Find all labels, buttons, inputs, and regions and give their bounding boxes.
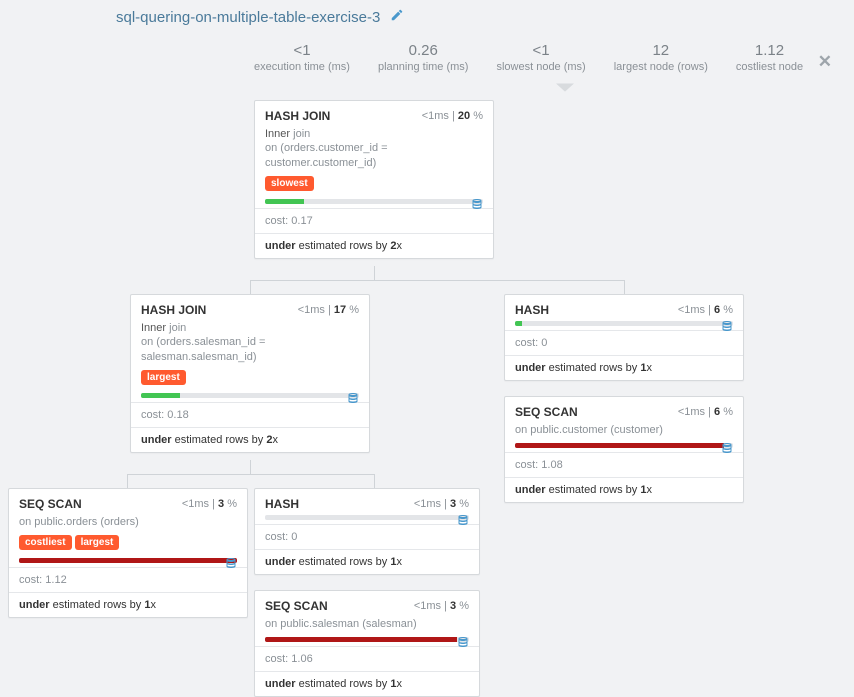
database-icon[interactable] (721, 441, 733, 458)
node-bar (255, 637, 479, 646)
node-estimate: under estimated rows by 1x (505, 356, 743, 380)
node-title: SEQ SCAN (265, 599, 328, 613)
stat-largest-node: 12 largest node (rows) (614, 42, 708, 73)
node-tags: costliestlargest (9, 535, 247, 558)
connector (250, 280, 624, 281)
tag-largest: largest (75, 535, 120, 550)
plan-node-hash[interactable]: HASH <1ms | 6 % cost: 0 under estimated … (504, 294, 744, 381)
node-meta: <1ms | 6 % (678, 406, 733, 418)
connector (374, 266, 375, 280)
node-title: HASH (515, 303, 549, 317)
node-title: HASH JOIN (265, 109, 330, 123)
chevron-down-icon (556, 82, 574, 92)
node-detail: Inner joinon (orders.salesman_id = sales… (131, 321, 369, 370)
plan-name[interactable]: sql-quering-on-multiple-table-exercise-3 (116, 9, 380, 26)
database-icon[interactable] (721, 319, 733, 336)
node-tags: slowest (255, 176, 493, 199)
database-icon[interactable] (347, 391, 359, 408)
stat-planning-time: 0.26 planning time (ms) (378, 42, 468, 73)
node-bar (255, 199, 493, 208)
connector (127, 474, 375, 475)
node-cost: cost: 0 (505, 331, 743, 355)
node-meta: <1ms | 3 % (182, 498, 237, 510)
node-meta: <1ms | 17 % (298, 304, 359, 316)
node-cost: cost: 1.06 (255, 647, 479, 671)
node-estimate: under estimated rows by 1x (9, 593, 247, 617)
connector (374, 474, 375, 488)
page-title: sql-quering-on-multiple-table-exercise-3 (116, 8, 404, 26)
tag-largest: largest (141, 370, 186, 385)
node-estimate: under estimated rows by 2x (255, 234, 493, 258)
connector (250, 280, 251, 294)
stat-execution-time: <1 execution time (ms) (254, 42, 350, 73)
node-bar (505, 321, 743, 330)
node-detail: on public.customer (customer) (505, 423, 743, 443)
close-icon[interactable]: ✕ (818, 52, 832, 72)
stats-row: <1 execution time (ms) 0.26 planning tim… (254, 42, 803, 73)
stat-slowest-node: <1 slowest node (ms) (496, 42, 585, 73)
node-cost: cost: 0.18 (131, 403, 369, 427)
node-cost: cost: 1.12 (9, 568, 247, 592)
database-icon[interactable] (471, 197, 483, 214)
node-cost: cost: 0.17 (255, 209, 493, 233)
plan-node-hash-2[interactable]: HASH <1ms | 3 % cost: 0 under estimated … (254, 488, 480, 575)
node-bar (9, 558, 247, 567)
node-title: SEQ SCAN (515, 405, 578, 419)
node-meta: <1ms | 3 % (414, 498, 469, 510)
node-tags: largest (131, 370, 369, 393)
node-title: HASH JOIN (141, 303, 206, 317)
stat-costliest-node: 1.12 costliest node (736, 42, 803, 73)
node-estimate: under estimated rows by 1x (505, 478, 743, 502)
node-estimate: under estimated rows by 1x (255, 672, 479, 696)
tag-slowest: slowest (265, 176, 314, 191)
node-bar (255, 515, 479, 524)
edit-icon[interactable] (390, 8, 404, 26)
database-icon[interactable] (225, 556, 237, 573)
plan-node-hash-join[interactable]: HASH JOIN <1ms | 17 % Inner joinon (orde… (130, 294, 370, 453)
connector (624, 280, 625, 294)
plan-node-seq-scan-customer[interactable]: SEQ SCAN <1ms | 6 % on public.customer (… (504, 396, 744, 503)
node-estimate: under estimated rows by 2x (131, 428, 369, 452)
connector (250, 460, 251, 474)
node-bar (131, 393, 369, 402)
node-meta: <1ms | 6 % (678, 304, 733, 316)
node-meta: <1ms | 20 % (422, 110, 483, 122)
node-bar (505, 443, 743, 452)
node-detail: Inner joinon (orders.customer_id = custo… (255, 127, 493, 176)
plan-node-seq-scan-orders[interactable]: SEQ SCAN <1ms | 3 % on public.orders (or… (8, 488, 248, 618)
tag-costliest: costliest (19, 535, 72, 550)
node-detail: on public.orders (orders) (9, 515, 247, 535)
node-cost: cost: 1.08 (505, 453, 743, 477)
plan-node-hash-join-root[interactable]: HASH JOIN <1ms | 20 % Inner joinon (orde… (254, 100, 494, 259)
node-cost: cost: 0 (255, 525, 479, 549)
node-title: HASH (265, 497, 299, 511)
node-meta: <1ms | 3 % (414, 600, 469, 612)
node-detail: on public.salesman (salesman) (255, 617, 479, 637)
node-estimate: under estimated rows by 1x (255, 550, 479, 574)
database-icon[interactable] (457, 513, 469, 530)
connector (127, 474, 128, 488)
node-title: SEQ SCAN (19, 497, 82, 511)
